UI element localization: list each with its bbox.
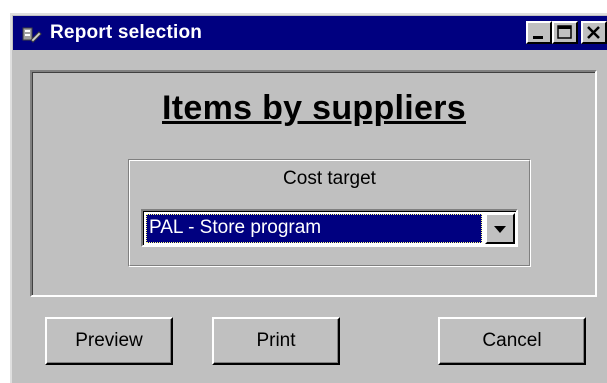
cost-target-selected-value[interactable]: PAL - Store program	[146, 214, 482, 243]
cancel-button[interactable]: Cancel	[438, 317, 586, 365]
preview-button[interactable]: Preview	[45, 317, 173, 365]
print-button[interactable]: Print	[212, 317, 340, 365]
close-icon	[587, 26, 600, 39]
window-title: Report selection	[50, 22, 203, 43]
preview-button-label: Preview	[75, 330, 143, 351]
title-bar[interactable]: Report selection	[13, 16, 607, 50]
minimize-button[interactable]	[526, 21, 552, 44]
cost-target-select[interactable]: PAL - Store program	[141, 209, 518, 247]
cost-target-select-frame: PAL - Store program	[143, 211, 516, 245]
cost-target-group: Cost target PAL - Store program	[128, 159, 531, 267]
print-button-label: Print	[256, 330, 296, 351]
cancel-button-label: Cancel	[482, 330, 542, 351]
report-title: Items by suppliers	[162, 89, 466, 127]
dropdown-button[interactable]	[485, 213, 515, 244]
minimize-icon	[533, 36, 543, 39]
window-controls	[526, 21, 607, 44]
close-button[interactable]	[581, 21, 607, 44]
report-app-icon[interactable]	[20, 22, 42, 44]
report-panel-inner: Items by suppliers Cost target PAL - Sto…	[32, 72, 595, 295]
cost-target-label: Cost target	[283, 168, 376, 189]
report-selection-window: Report selection Items by suppliers Cost…	[10, 13, 607, 383]
report-panel: Items by suppliers Cost target PAL - Sto…	[30, 70, 597, 297]
maximize-icon	[557, 25, 572, 39]
dropdown-arrow-icon	[494, 226, 506, 233]
maximize-button[interactable]	[552, 21, 578, 44]
